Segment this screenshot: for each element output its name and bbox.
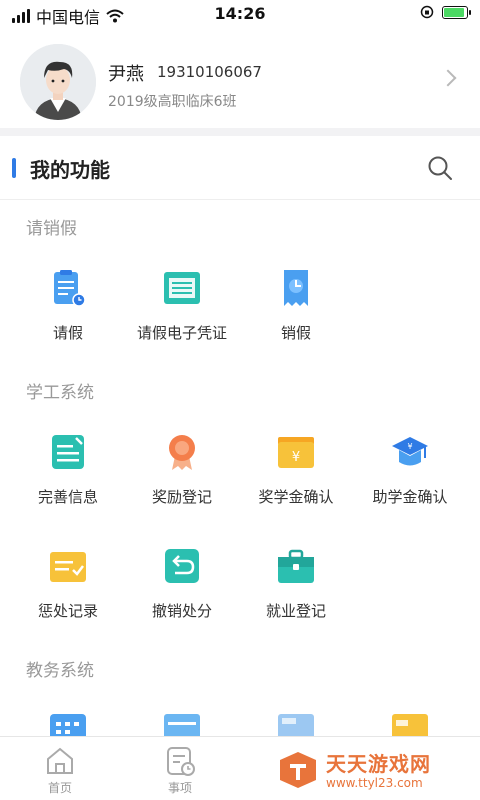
tile-leave-request[interactable]: 请假: [8, 268, 128, 343]
yuan-wallet-icon: ¥: [278, 437, 314, 468]
tile-scholarship-confirm[interactable]: ¥ 奖学金确认: [236, 432, 356, 507]
tile-label: 撤销处分: [151, 602, 212, 620]
tasks-icon: [167, 747, 195, 776]
profile-class: 2019级高职临床6班: [108, 94, 237, 110]
receipt-icon: [284, 270, 308, 306]
card-icon[interactable]: [162, 712, 202, 736]
watermark-logo-icon: [280, 752, 316, 788]
group-title-leave: 请销假: [26, 219, 77, 239]
tile-label: 销假: [280, 324, 311, 342]
tile-complete-info[interactable]: 完善信息: [8, 432, 128, 507]
profile-phone: 19310106067: [157, 63, 262, 81]
svg-text:¥: ¥: [292, 450, 300, 465]
score-sheet-icon[interactable]: [276, 712, 316, 736]
functions-title: 我的功能: [30, 158, 110, 182]
nav-home[interactable]: 首页: [20, 745, 100, 796]
profile-card[interactable]: 尹燕 19310106067 2019级高职临床6班: [0, 36, 480, 128]
tile-label: 就业登记: [265, 602, 326, 620]
status-bar: 中国电信 14:26: [0, 0, 480, 28]
chevron-right-icon[interactable]: [439, 69, 457, 87]
battery-icon: [442, 5, 471, 19]
orientation-lock-icon: [420, 5, 434, 19]
clipboard-clock-icon: [54, 270, 86, 307]
tile-label: 奖学金确认: [258, 488, 334, 506]
nav-tasks[interactable]: 事项: [140, 745, 220, 796]
avatar: [20, 44, 96, 120]
notebook-edit-icon: [52, 435, 84, 469]
tile-grant-confirm[interactable]: ¥ 助学金确认: [350, 432, 470, 507]
voucher-icon: [164, 272, 200, 304]
grad-cap-icon: ¥: [392, 437, 428, 466]
undo-icon: [165, 549, 199, 583]
tile-revoke-penalty[interactable]: 撤销处分: [122, 546, 242, 621]
tile-label: 完善信息: [37, 488, 98, 506]
watermark-url: www.ttyl23.com: [326, 776, 423, 790]
functions-header: 我的功能: [0, 136, 480, 200]
grade-icon[interactable]: [390, 712, 430, 736]
clock: 14:26: [214, 4, 266, 23]
tile-label: 奖励登记: [151, 488, 212, 506]
tile-discipline-records[interactable]: 惩处记录: [8, 546, 128, 621]
watermark-title: 天天游戏网: [326, 752, 431, 776]
tile-label: 请假: [52, 324, 83, 342]
tile-label: 请假电子凭证: [136, 324, 227, 342]
profile-name: 尹燕: [108, 64, 144, 85]
accent-bar: [12, 158, 16, 178]
briefcase-icon: [278, 549, 314, 583]
nav-label: 事项: [167, 781, 192, 795]
folder-check-icon: [50, 552, 86, 582]
watermark: 天天游戏网 www.ttyl23.com: [278, 748, 474, 794]
section-divider: [0, 128, 480, 136]
search-icon[interactable]: [426, 154, 454, 182]
tile-label: 惩处记录: [37, 602, 98, 620]
tile-leave-voucher[interactable]: 请假电子凭证: [122, 268, 242, 343]
tile-award-register[interactable]: 奖励登记: [122, 432, 242, 507]
group-title-student-affairs: 学工系统: [26, 383, 94, 403]
tile-employment-register[interactable]: 就业登记: [236, 546, 356, 621]
home-icon: [47, 747, 73, 774]
calendar-icon[interactable]: [48, 712, 88, 736]
svg-text:¥: ¥: [407, 442, 412, 451]
nav-label: 首页: [47, 781, 72, 795]
tile-leave-cancel[interactable]: 销假: [236, 268, 356, 343]
medal-icon: [169, 435, 195, 470]
tile-label: 助学金确认: [372, 488, 448, 506]
group-title-academic: 教务系统: [26, 661, 94, 681]
